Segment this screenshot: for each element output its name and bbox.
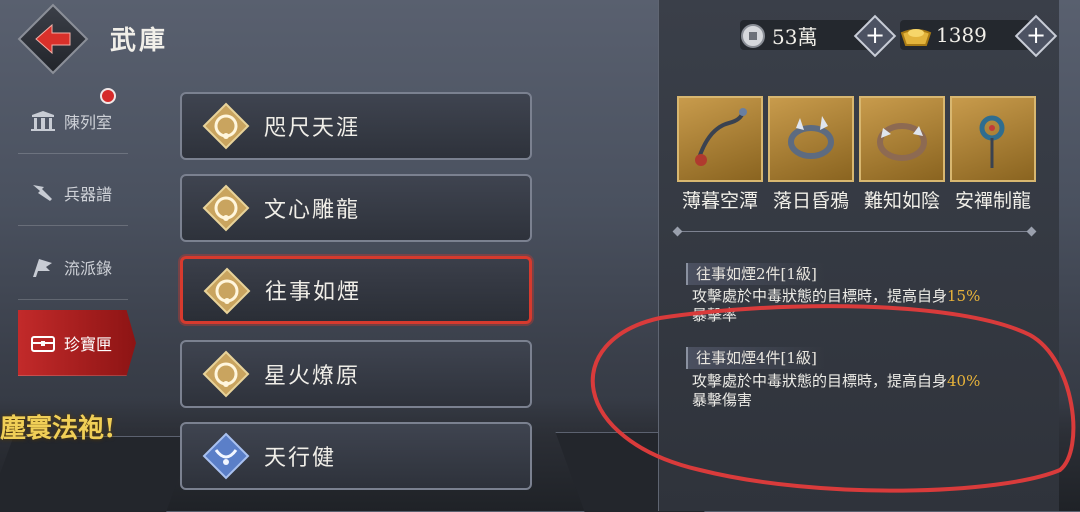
divider (678, 231, 1032, 232)
set-detail-panel (658, 0, 1059, 511)
flag-icon (33, 258, 52, 277)
set-item-label: 文心雕龍 (264, 198, 361, 223)
bonus-text: 攻擊處於中毒狀態的目標時，提高自身 (692, 287, 948, 305)
piece-label: 落日昏鴉 (772, 190, 849, 212)
gold-necklace-icon (202, 350, 250, 398)
set-item-label: 天行健 (264, 446, 337, 471)
bonus-text: 暴擊傷害 (692, 391, 753, 409)
notification-badge (100, 88, 116, 104)
piece-card[interactable] (768, 96, 854, 182)
set-item[interactable]: 咫尺天涯 (180, 92, 532, 160)
piece-label: 安禪制龍 (954, 190, 1031, 212)
gold-ingot-icon (900, 29, 932, 46)
set-item[interactable]: 文心雕龍 (180, 174, 532, 242)
set-bonus-description: 攻擊處於中毒狀態的目標時，提高自身40% 暴擊傷害 (692, 372, 1032, 410)
treasure-chest-icon (31, 335, 55, 352)
gold-necklace-icon (203, 267, 251, 315)
sidebar-item-label: 珍寶匣 (64, 334, 113, 354)
set-bonus-title: 往事如煙4件[1級] (686, 347, 825, 369)
set-item-label: 咫尺天涯 (264, 116, 361, 141)
promo-text[interactable]: 塵寰法袍! (0, 408, 115, 445)
plus-icon[interactable]: + (860, 20, 890, 50)
back-arrow-icon[interactable] (34, 22, 74, 56)
sidebar-item-school-record[interactable]: 流派錄 (18, 234, 128, 300)
bonus-value: 40% (947, 372, 981, 390)
spiked-ring-icon (788, 116, 834, 159)
piece-label: 難知如陰 (863, 190, 940, 212)
bonus-text: 攻擊處於中毒狀態的目標時，提高自身 (692, 372, 948, 390)
set-item[interactable]: 星火燎原 (180, 340, 532, 408)
plus-icon[interactable]: + (1021, 20, 1051, 50)
weapon-scroll-icon (33, 184, 52, 201)
piece-label: 薄暮空潭 (681, 190, 758, 212)
silver-coin-icon (741, 24, 765, 48)
gate-icon (31, 110, 55, 131)
set-item-label: 星火燎原 (264, 364, 361, 389)
piece-card[interactable] (859, 96, 945, 182)
piece-card[interactable] (677, 96, 763, 182)
sidebar-item-label: 流派錄 (64, 258, 113, 278)
bonus-value: 15% (947, 287, 981, 305)
sidebar-item-label: 陳列室 (64, 112, 113, 132)
gold-necklace-icon (202, 184, 250, 232)
set-item-selected[interactable]: 往事如煙 (180, 256, 532, 324)
set-bonus-title: 往事如煙2件[1級] (686, 263, 825, 285)
piece-card[interactable] (950, 96, 1036, 182)
set-item[interactable]: 天行健 (180, 422, 532, 490)
set-bonus-description: 攻擊處於中毒狀態的目標時，提高自身15% 暴擊率 (692, 287, 1032, 325)
set-item-label: 往事如煙 (265, 280, 362, 305)
page-title: 武庫 (110, 26, 169, 56)
silver-amount: 53萬 (772, 24, 818, 49)
sidebar-item-treasure-box[interactable]: 珍寶匣 (18, 310, 136, 376)
gold-amount: 1389 (936, 23, 987, 47)
chain-icon (695, 108, 747, 166)
floor-tile (0, 436, 194, 512)
sidebar-item-weapon-scroll[interactable]: 兵器譜 (18, 160, 128, 226)
bracelet-icon (877, 123, 927, 161)
gold-necklace-icon (202, 102, 250, 150)
blue-necklace-icon (202, 432, 250, 480)
sidebar-item-label: 兵器譜 (64, 184, 113, 204)
pendant-icon (979, 115, 1005, 168)
bonus-text: 暴擊率 (692, 306, 738, 324)
